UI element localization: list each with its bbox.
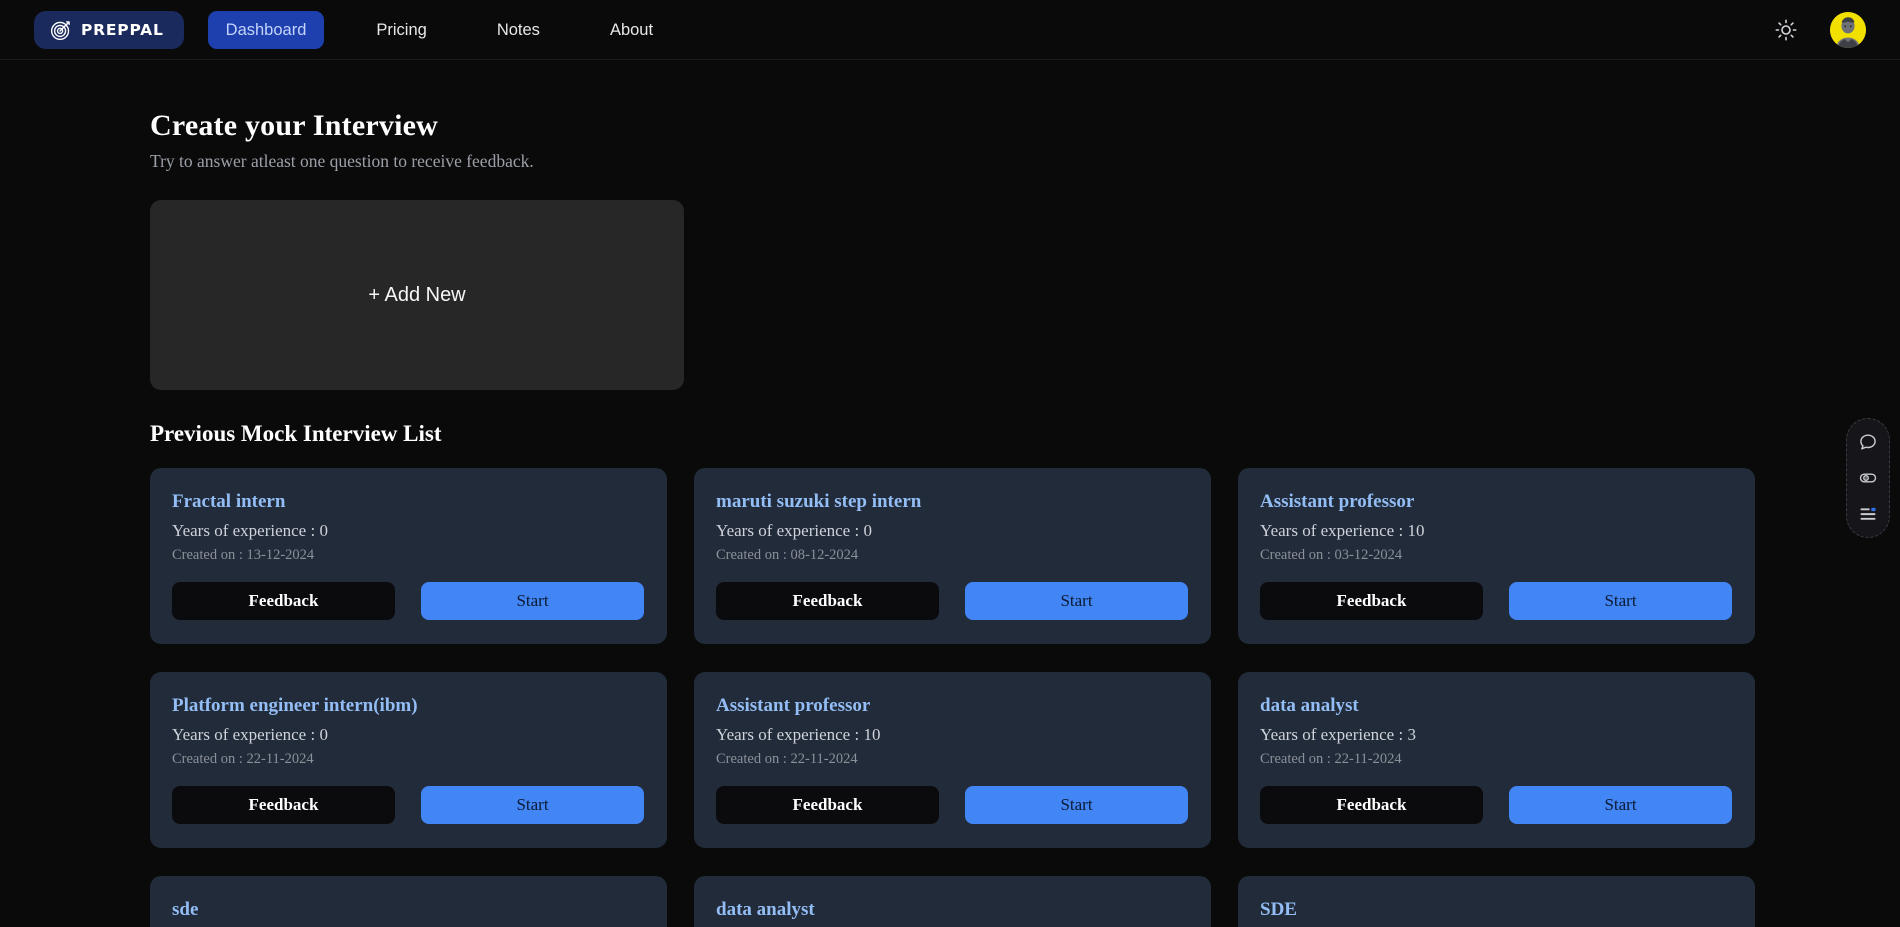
chat-bubble-icon[interactable] [1858, 432, 1878, 452]
interview-title: Assistant professor [1260, 490, 1733, 514]
interview-title: Fractal intern [172, 490, 645, 514]
target-icon [50, 19, 72, 41]
start-button[interactable]: Start [1509, 582, 1732, 620]
feedback-button[interactable]: Feedback [172, 786, 395, 824]
start-button[interactable]: Start [421, 786, 644, 824]
page-subtitle: Try to answer atleast one question to re… [150, 150, 1900, 172]
interview-card[interactable]: Fractal intern Years of experience : 0 C… [150, 468, 667, 644]
interview-card[interactable]: Assistant professor Years of experience … [1238, 468, 1755, 644]
interview-experience: Years of experience : 0 [172, 724, 645, 746]
feedback-button[interactable]: Feedback [172, 582, 395, 620]
nav-links: Dashboard Pricing Notes About [208, 11, 671, 49]
start-button[interactable]: Start [965, 786, 1188, 824]
interview-experience: Years of experience : 10 [716, 724, 1189, 746]
navbar-right-controls [1774, 12, 1876, 48]
interview-title: SDE [1260, 898, 1733, 922]
interview-experience: Years of experience : 0 [716, 520, 1189, 542]
nav-link-notes[interactable]: Notes [479, 11, 558, 49]
floating-tool-widget [1846, 418, 1890, 538]
interview-created-date: Created on : 22-11-2024 [716, 750, 1189, 769]
nav-link-dashboard[interactable]: Dashboard [208, 11, 325, 49]
interview-card[interactable]: maruti suzuki step intern Years of exper… [694, 468, 1211, 644]
nav-link-about[interactable]: About [592, 11, 671, 49]
card-actions: Feedback Start [172, 786, 645, 824]
main-content: Create your Interview Try to answer atle… [0, 60, 1900, 927]
interview-experience: Years of experience : 0 [172, 520, 645, 542]
interview-title: maruti suzuki step intern [716, 490, 1189, 514]
eye-toggle-icon[interactable] [1858, 468, 1878, 488]
card-actions: Feedback Start [1260, 786, 1733, 824]
interview-title: data analyst [1260, 694, 1733, 718]
interview-card-grid: Fractal intern Years of experience : 0 C… [150, 468, 1760, 927]
list-lines-icon[interactable] [1858, 504, 1878, 524]
add-new-label: + Add New [368, 284, 465, 307]
interview-card[interactable]: Platform engineer intern(ibm) Years of e… [150, 672, 667, 848]
sun-icon[interactable] [1774, 18, 1798, 42]
add-new-interview-button[interactable]: + Add New [150, 200, 684, 390]
nav-link-pricing[interactable]: Pricing [358, 11, 444, 49]
feedback-button[interactable]: Feedback [1260, 786, 1483, 824]
start-button[interactable]: Start [965, 582, 1188, 620]
page-title: Create your Interview [150, 108, 1900, 144]
card-actions: Feedback Start [172, 582, 645, 620]
interview-title: Platform engineer intern(ibm) [172, 694, 645, 718]
top-navbar: PREPPAL Dashboard Pricing Notes About [0, 0, 1900, 60]
start-button[interactable]: Start [1509, 786, 1732, 824]
interview-created-date: Created on : 22-11-2024 [172, 750, 645, 769]
interview-card[interactable]: data analyst Feedback Start [694, 876, 1211, 927]
feedback-button[interactable]: Feedback [716, 786, 939, 824]
card-actions: Feedback Start [1260, 582, 1733, 620]
card-actions: Feedback Start [716, 582, 1189, 620]
interview-title: data analyst [716, 898, 1189, 922]
interview-created-date: Created on : 03-12-2024 [1260, 546, 1733, 565]
interview-title: sde [172, 898, 645, 922]
feedback-button[interactable]: Feedback [1260, 582, 1483, 620]
interview-card[interactable]: Assistant professor Years of experience … [694, 672, 1211, 848]
section-title: Previous Mock Interview List [150, 420, 1900, 448]
interview-created-date: Created on : 08-12-2024 [716, 546, 1189, 565]
interview-created-date: Created on : 13-12-2024 [172, 546, 645, 565]
card-actions: Feedback Start [716, 786, 1189, 824]
interview-card[interactable]: SDE Feedback Start [1238, 876, 1755, 927]
interview-title: Assistant professor [716, 694, 1189, 718]
start-button[interactable]: Start [421, 582, 644, 620]
brand-name: PREPPAL [81, 21, 164, 39]
interview-card[interactable]: data analyst Years of experience : 3 Cre… [1238, 672, 1755, 848]
interview-experience: Years of experience : 3 [1260, 724, 1733, 746]
interview-created-date: Created on : 22-11-2024 [1260, 750, 1733, 769]
interview-experience: Years of experience : 10 [1260, 520, 1733, 542]
interview-card[interactable]: sde Feedback Start [150, 876, 667, 927]
avatar[interactable] [1830, 12, 1866, 48]
brand-logo-button[interactable]: PREPPAL [34, 11, 184, 49]
feedback-button[interactable]: Feedback [716, 582, 939, 620]
